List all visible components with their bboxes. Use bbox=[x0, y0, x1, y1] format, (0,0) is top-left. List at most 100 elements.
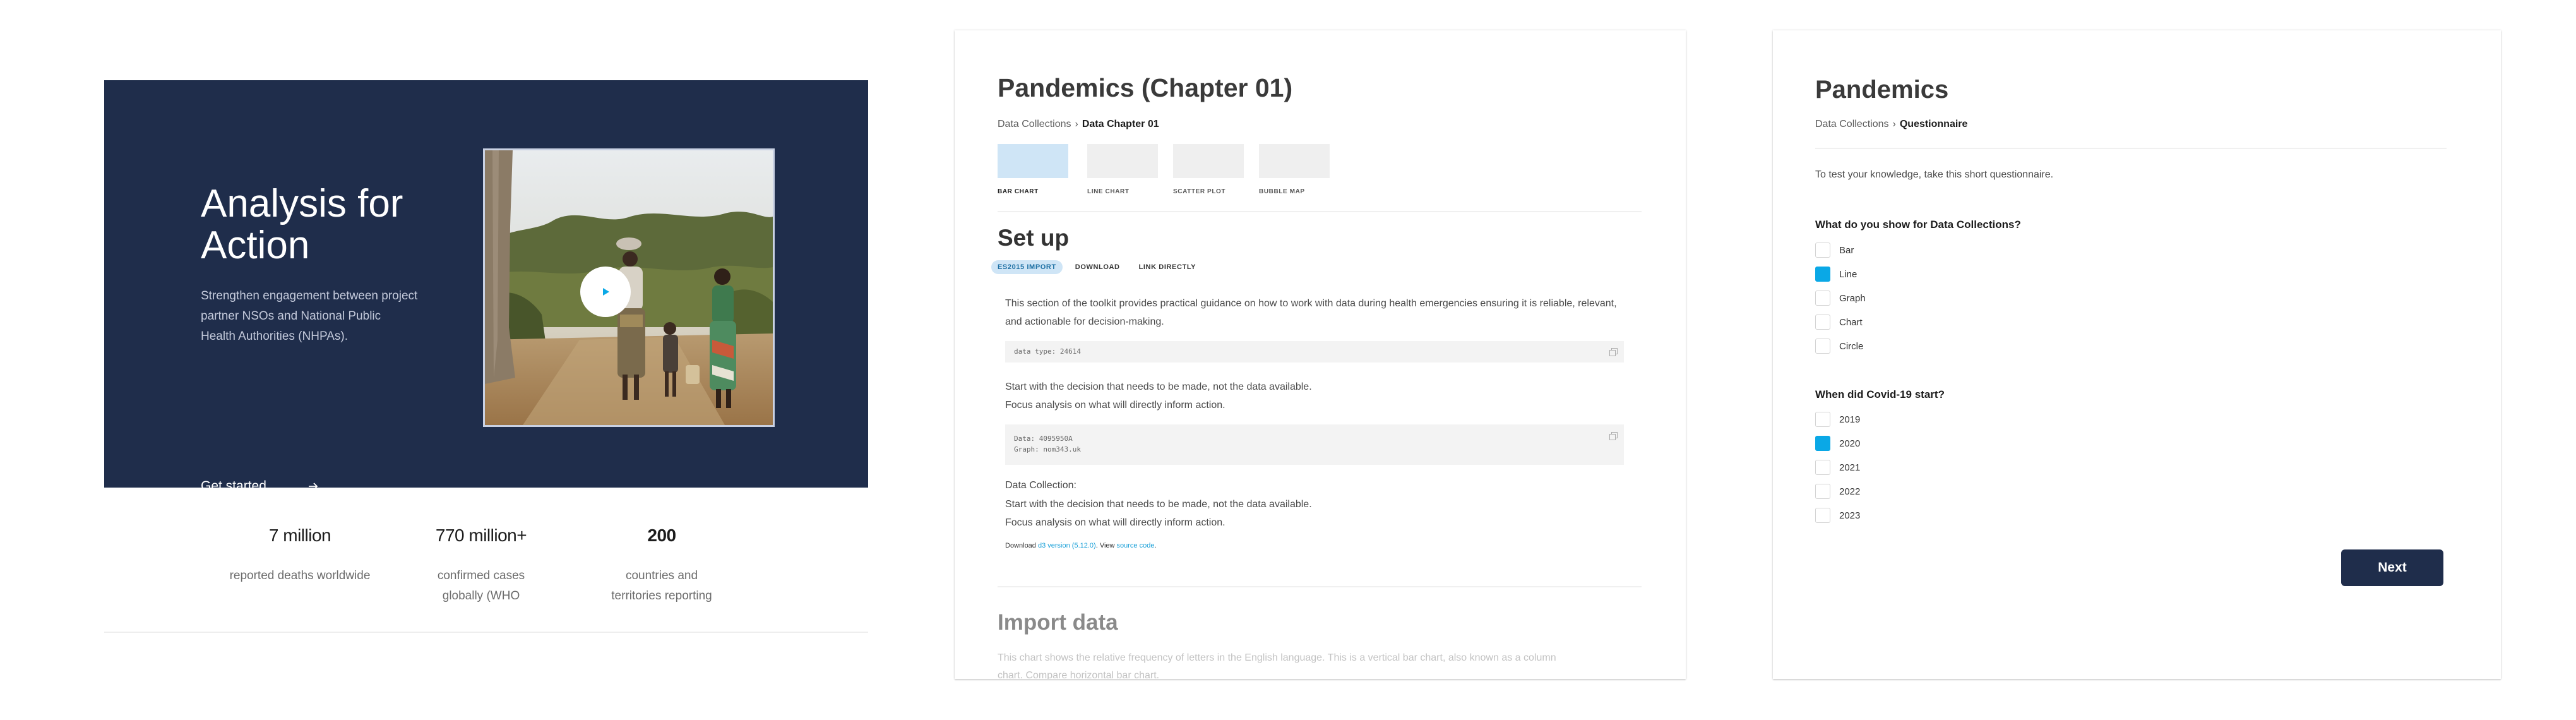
guidance-line-2: Focus analysis on what will directly inf… bbox=[1005, 400, 1225, 411]
download-prefix: Download bbox=[1005, 542, 1038, 549]
code-block-2: Data: 4095950A Graph: nom343.uk bbox=[1005, 424, 1624, 465]
download-line: Download d3 version (5.12.0). View sourc… bbox=[1005, 542, 1157, 549]
hero-title: Analysis for Action bbox=[201, 182, 403, 267]
option-2022[interactable]: 2022 bbox=[1815, 484, 1860, 499]
divider bbox=[998, 211, 1642, 212]
option-label: Graph bbox=[1839, 292, 1866, 304]
play-button[interactable] bbox=[580, 267, 631, 317]
checkbox[interactable] bbox=[1815, 291, 1830, 306]
import-heading: Import data bbox=[998, 610, 1118, 635]
guidance-line-1: Start with the decision that needs to be… bbox=[1005, 381, 1312, 392]
checkbox[interactable] bbox=[1815, 460, 1830, 475]
stat-value: 770 million+ bbox=[435, 525, 527, 545]
next-button[interactable]: Next bbox=[2341, 549, 2443, 586]
breadcrumb-root[interactable]: Data Collections bbox=[1815, 119, 1889, 129]
option-chart[interactable]: Chart bbox=[1815, 315, 1863, 330]
stat-label: confirmed cases globally (WHO bbox=[437, 569, 525, 603]
option-graph[interactable]: Graph bbox=[1815, 291, 1866, 306]
option-2019[interactable]: 2019 bbox=[1815, 412, 1860, 427]
tile-label-bubble-map: BUBBLE MAP bbox=[1259, 188, 1305, 195]
option-bar[interactable]: Bar bbox=[1815, 243, 1854, 258]
page-title: Pandemics (Chapter 01) bbox=[998, 73, 1293, 102]
stat-cases: 770 million+ confirmed cases globally (W… bbox=[405, 525, 557, 606]
checkbox-checked[interactable] bbox=[1815, 436, 1830, 451]
divider bbox=[1815, 148, 2447, 149]
tile-bubble-map[interactable] bbox=[1259, 144, 1330, 178]
tile-label-bar-chart: BAR CHART bbox=[998, 188, 1039, 195]
source-code-link[interactable]: source code bbox=[1117, 542, 1155, 549]
checkbox[interactable] bbox=[1815, 508, 1830, 523]
option-label: 2021 bbox=[1839, 462, 1861, 473]
tile-line-chart[interactable] bbox=[1087, 144, 1158, 178]
option-label: Line bbox=[1839, 268, 1857, 280]
questionnaire-panel: Pandemics Data Collections › Questionnaire… bbox=[1773, 30, 2501, 679]
checkbox[interactable] bbox=[1815, 315, 1830, 330]
stat-label: countries and territories reporting bbox=[611, 569, 712, 603]
breadcrumb-separator: › bbox=[1892, 119, 1896, 129]
option-label: 2023 bbox=[1839, 510, 1861, 521]
option-2023[interactable]: 2023 bbox=[1815, 508, 1860, 523]
checkbox[interactable] bbox=[1815, 339, 1830, 354]
stat-countries: 200 countries and territories reporting bbox=[586, 525, 737, 606]
tile-label-line-chart: LINE CHART bbox=[1087, 188, 1130, 195]
chapter-panel: Pandemics (Chapter 01) Data Collections ›… bbox=[955, 30, 1686, 679]
stat-label: reported deaths worldwide bbox=[229, 569, 371, 582]
option-label: Circle bbox=[1839, 340, 1864, 352]
option-label: Chart bbox=[1839, 316, 1863, 328]
play-icon bbox=[603, 288, 609, 296]
video-thumbnail[interactable] bbox=[483, 148, 775, 427]
download-mid: . View bbox=[1095, 542, 1117, 549]
tile-label-scatter-plot: SCATTER PLOT bbox=[1173, 188, 1226, 195]
checkbox-checked[interactable] bbox=[1815, 267, 1830, 282]
stat-value: 7 million bbox=[268, 525, 331, 545]
setup-heading: Set up bbox=[998, 225, 1070, 251]
get-started-link[interactable]: Get started bbox=[201, 479, 318, 494]
data-collection-label: Data Collection: bbox=[1005, 480, 1076, 491]
download-suffix: . bbox=[1154, 542, 1157, 549]
checkbox[interactable] bbox=[1815, 484, 1830, 499]
option-2020[interactable]: 2020 bbox=[1815, 436, 1860, 451]
stat-deaths: 7 million reported deaths worldwide bbox=[224, 525, 376, 586]
checkbox[interactable] bbox=[1815, 412, 1830, 427]
code-block-1: data type: 24614 bbox=[1005, 341, 1624, 363]
option-2021[interactable]: 2021 bbox=[1815, 460, 1860, 475]
code-line: Data: 4095950A bbox=[1014, 435, 1073, 443]
tile-bar-chart[interactable] bbox=[998, 144, 1068, 178]
tab-link-directly[interactable]: LINK DIRECTLY bbox=[1133, 260, 1203, 274]
question-2: When did Covid-19 start? bbox=[1815, 388, 1945, 400]
breadcrumb: Data Collections › Questionnaire bbox=[1815, 119, 1967, 130]
option-line[interactable]: Line bbox=[1815, 267, 1857, 282]
tile-scatter-plot[interactable] bbox=[1173, 144, 1244, 178]
option-label: 2019 bbox=[1839, 414, 1861, 425]
setup-tabs: ES2015 IMPORT DOWNLOAD LINK DIRECTLY bbox=[991, 260, 1208, 274]
breadcrumb-current: Questionnaire bbox=[1899, 119, 1968, 129]
copy-icon[interactable] bbox=[1609, 432, 1618, 440]
arrow-right-icon bbox=[308, 483, 318, 490]
option-label: Bar bbox=[1839, 244, 1854, 256]
option-label: 2022 bbox=[1839, 486, 1861, 497]
breadcrumb-separator: › bbox=[1075, 119, 1078, 129]
import-description: This chart shows the relative frequency … bbox=[998, 652, 1556, 679]
hero-subtitle: Strengthen engagement between project pa… bbox=[201, 289, 418, 343]
guidance-line-4: Focus analysis on what will directly inf… bbox=[1005, 517, 1225, 528]
tab-es2015-import[interactable]: ES2015 IMPORT bbox=[991, 260, 1063, 274]
checkbox[interactable] bbox=[1815, 243, 1830, 258]
copy-icon[interactable] bbox=[1609, 348, 1618, 356]
code-text: data type: 24614 bbox=[1014, 347, 1081, 356]
breadcrumb: Data Collections › Data Chapter 01 bbox=[998, 119, 1159, 130]
divider bbox=[998, 586, 1642, 587]
stat-value: 200 bbox=[647, 525, 676, 545]
option-label: 2020 bbox=[1839, 438, 1861, 449]
setup-intro: This section of the toolkit provides pra… bbox=[1005, 298, 1617, 327]
hero-banner: Analysis for Action Strengthen engagemen… bbox=[104, 80, 868, 493]
option-circle[interactable]: Circle bbox=[1815, 339, 1863, 354]
breadcrumb-root[interactable]: Data Collections bbox=[998, 119, 1071, 129]
question-1: What do you show for Data Collections? bbox=[1815, 219, 2021, 231]
hero-panel: Analysis for Action Strengthen engagemen… bbox=[104, 0, 868, 720]
d3-version-link[interactable]: d3 version (5.12.0) bbox=[1038, 542, 1096, 549]
code-line: Graph: nom343.uk bbox=[1014, 445, 1081, 453]
get-started-label: Get started bbox=[201, 479, 266, 493]
tab-download[interactable]: DOWNLOAD bbox=[1069, 260, 1126, 274]
questionnaire-intro: To test your knowledge, take this short … bbox=[1815, 169, 2054, 180]
guidance-line-3: Start with the decision that needs to be… bbox=[1005, 499, 1312, 510]
